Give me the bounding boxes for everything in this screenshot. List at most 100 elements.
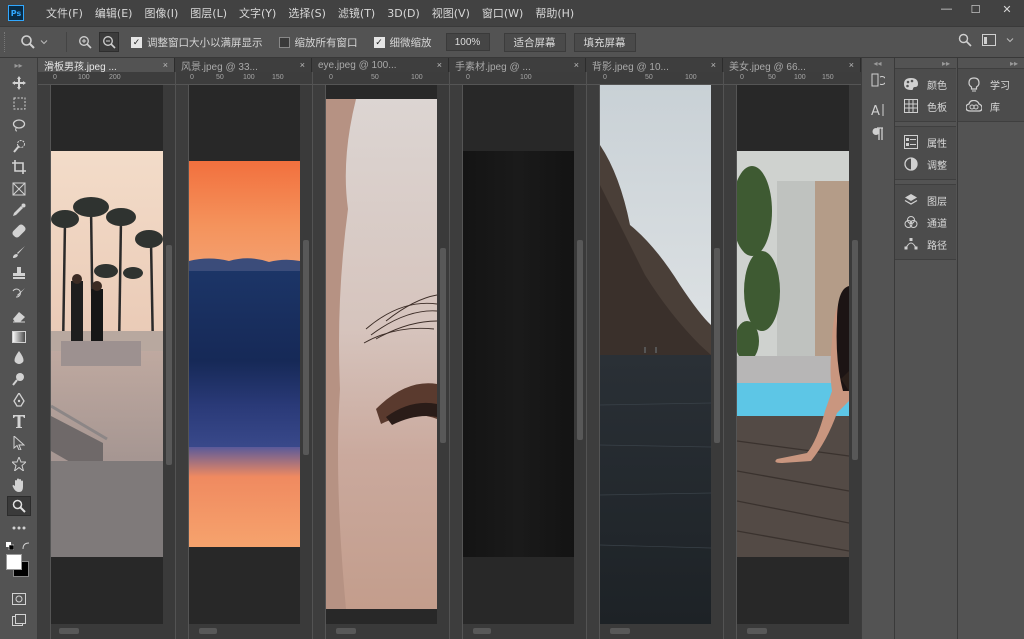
zoom-out-button[interactable] [99,32,119,52]
dodge-tool[interactable] [0,369,38,390]
brush-tool[interactable] [0,242,38,263]
eyedropper-tool[interactable] [0,199,38,220]
scroll-thumb[interactable] [336,628,356,634]
options-grip[interactable] [4,32,8,52]
canvas[interactable] [326,85,437,624]
workspace-icon[interactable] [982,34,996,46]
healing-brush-tool[interactable] [0,220,38,241]
canvas[interactable] [463,85,574,624]
menu-3d[interactable]: 3D(D) [381,7,426,20]
menu-edit[interactable]: 编辑(E) [89,5,139,21]
blur-tool[interactable] [0,347,38,368]
scroll-thumb[interactable] [714,248,720,443]
horizontal-scrollbar[interactable] [189,624,312,639]
horizontal-scrollbar[interactable] [737,624,861,639]
gradient-tool[interactable] [0,326,38,347]
canvas[interactable] [737,85,849,624]
marquee-tool[interactable] [0,93,38,114]
pen-tool[interactable] [0,390,38,411]
type-tool[interactable] [0,411,38,432]
fill-screen-button[interactable]: 填充屏幕 [573,32,636,52]
scroll-thumb[interactable] [577,240,583,440]
maximize-button[interactable]: ☐ [961,0,990,18]
scroll-thumb[interactable] [199,628,217,634]
document-tab[interactable]: 风景.jpeg @ 33... × [175,58,312,72]
color-panel-button[interactable]: 颜色 [895,73,956,95]
scroll-thumb[interactable] [852,240,858,460]
close-tab-icon[interactable]: × [163,60,168,70]
menu-file[interactable]: 文件(F) [40,5,89,21]
swatches-panel-button[interactable]: 色板 [895,95,956,117]
scroll-thumb[interactable] [440,248,446,443]
paths-panel-button[interactable]: 路径 [895,233,956,255]
vertical-scrollbar[interactable] [437,85,449,624]
move-tool[interactable] [0,72,38,93]
learn-panel-button[interactable]: 学习 [958,73,1024,95]
quick-mask-button[interactable] [0,588,38,609]
resize-windows-checkbox[interactable]: ✓ [131,36,142,48]
document-tab[interactable]: 手素材.jpeg @ ... × [449,58,586,72]
menu-help[interactable]: 帮助(H) [529,5,580,21]
crop-tool[interactable] [0,157,38,178]
hand-tool[interactable] [0,475,38,496]
tool-preset-picker[interactable] [20,34,58,50]
adjustments-panel-button[interactable]: 调整 [895,153,956,175]
document-tab[interactable]: 背影.jpeg @ 10... × [586,58,723,72]
document-tab[interactable]: 滑板男孩.jpeg ... × [38,58,175,72]
menu-image[interactable]: 图像(I) [138,5,184,21]
history-brush-tool[interactable] [0,284,38,305]
history-panel-button[interactable] [862,68,894,92]
character-panel-button[interactable]: A [862,98,894,122]
menu-window[interactable]: 窗口(W) [476,5,529,21]
foreground-color-swatch[interactable] [6,554,22,571]
close-tab-icon[interactable]: × [711,60,716,70]
zoom-tool[interactable] [0,496,38,517]
close-tab-icon[interactable]: × [849,60,854,70]
quick-selection-tool[interactable] [0,136,38,157]
resize-windows-option[interactable]: ✓ 调整窗口大小以满屏显示 [131,35,263,50]
libraries-panel-button[interactable]: 库 [958,95,1024,117]
scroll-thumb[interactable] [610,628,630,634]
chevron-down-icon[interactable] [1006,36,1014,44]
scroll-thumb[interactable] [473,628,491,634]
canvas[interactable] [51,85,163,624]
vertical-scrollbar[interactable] [163,85,175,624]
clone-stamp-tool[interactable] [0,263,38,284]
document-tab[interactable]: eye.jpeg @ 100... × [312,58,449,72]
scroll-thumb[interactable] [747,628,767,634]
fit-screen-button[interactable]: 适合屏幕 [503,32,566,52]
close-tab-icon[interactable]: × [437,60,442,70]
scrubby-zoom-checkbox[interactable]: ✓ [373,36,385,48]
path-selection-tool[interactable] [0,432,38,453]
close-button[interactable]: ✕ [990,0,1024,18]
zoom-percent-field[interactable]: 100% [445,33,490,51]
shape-tool[interactable] [0,453,38,474]
tools-collapse-icon[interactable]: ▸▸ [0,58,37,72]
scroll-thumb[interactable] [59,628,79,634]
search-icon[interactable] [958,33,972,47]
screen-mode-button[interactable] [0,609,38,630]
scrubby-zoom-option[interactable]: ✓ 细微缩放 [373,35,432,50]
collapse-icon[interactable]: ◂◂ [862,58,893,68]
zoom-all-checkbox[interactable] [278,36,290,48]
layers-panel-button[interactable]: 图层 [895,189,956,211]
close-tab-icon[interactable]: × [300,60,305,70]
horizontal-scrollbar[interactable] [600,624,723,639]
horizontal-scrollbar[interactable] [51,624,175,639]
minimize-button[interactable]: — [932,0,961,18]
swap-colors-icon[interactable] [22,542,30,550]
collapse-icon[interactable]: ▸▸ [958,58,1024,68]
paragraph-panel-button[interactable] [862,122,894,146]
scroll-thumb[interactable] [303,240,309,455]
eraser-tool[interactable] [0,305,38,326]
zoom-all-option[interactable]: 缩放所有窗口 [278,35,358,50]
canvas[interactable] [600,85,711,624]
zoom-in-button[interactable] [75,32,95,52]
document-tab[interactable]: 美女.jpeg @ 66... × [723,58,861,72]
vertical-scrollbar[interactable] [849,85,861,624]
menu-select[interactable]: 选择(S) [282,5,332,21]
edit-toolbar-button[interactable] [0,517,38,538]
horizontal-scrollbar[interactable] [463,624,586,639]
menu-layer[interactable]: 图层(L) [184,5,233,21]
canvas[interactable] [189,85,300,624]
